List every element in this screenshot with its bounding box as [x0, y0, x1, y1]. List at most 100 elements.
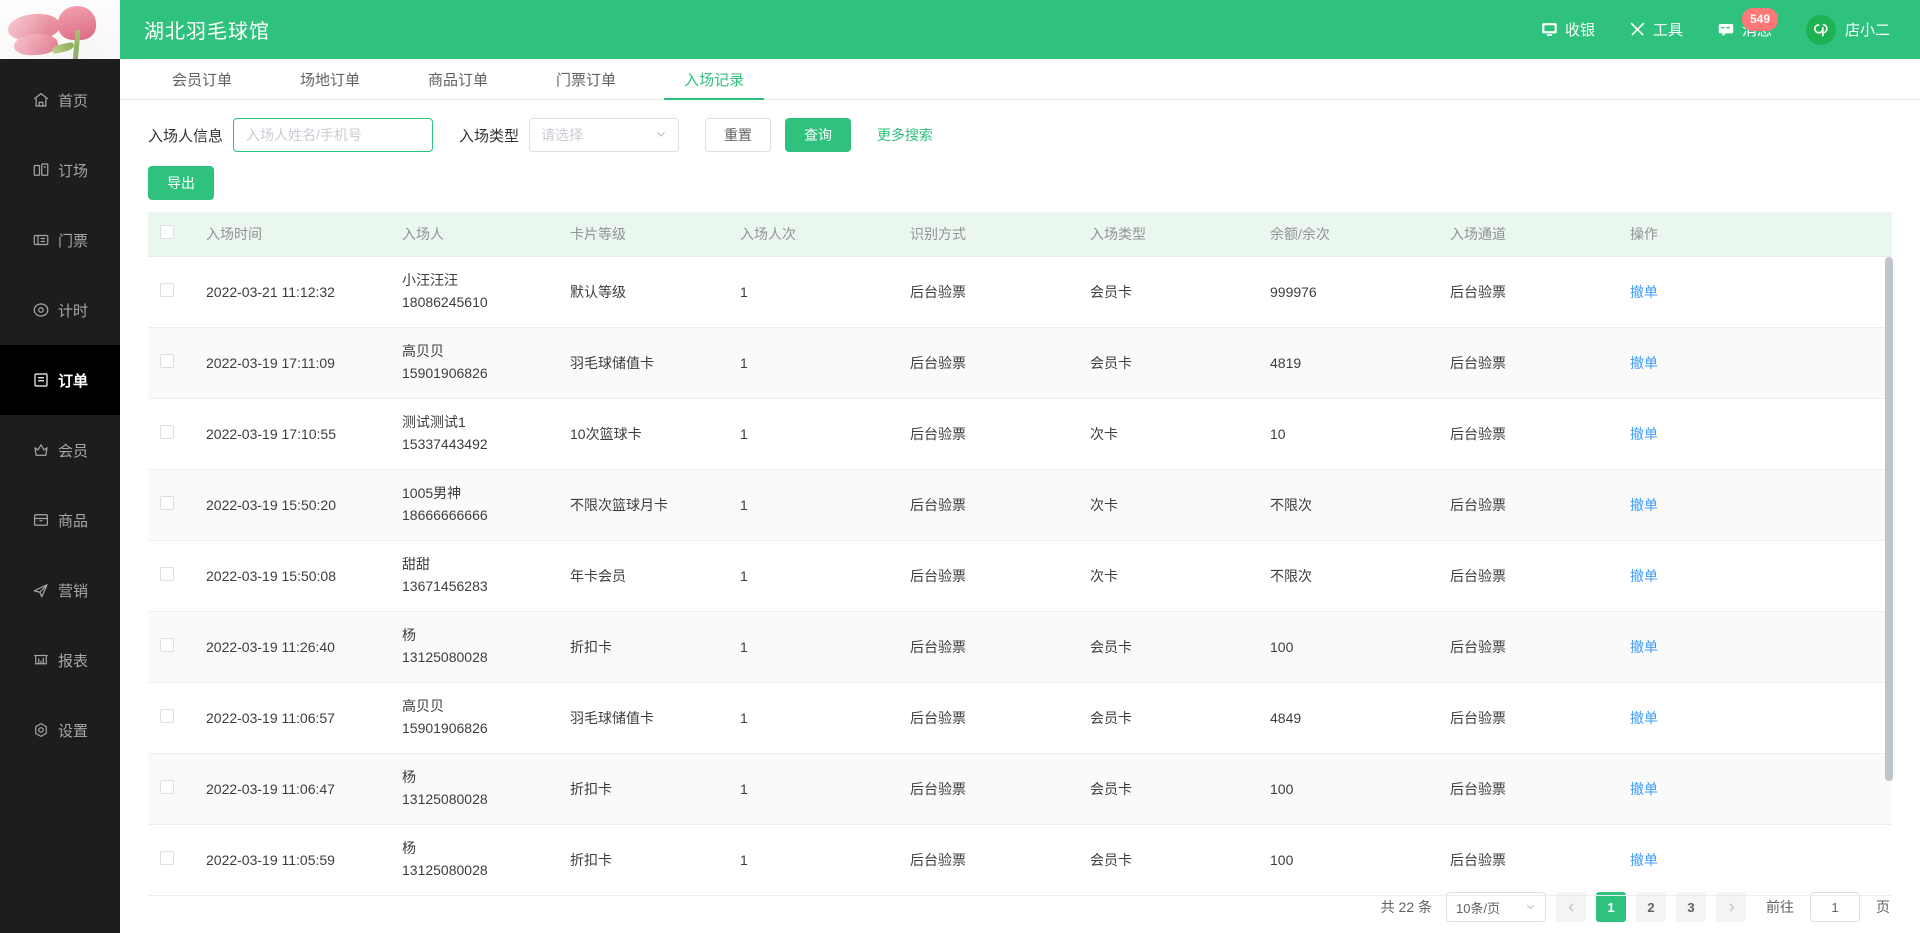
marketing-icon [32, 581, 50, 599]
page-size-select[interactable]: 10条/页 [1446, 892, 1546, 922]
cancel-order-link[interactable]: 撤单 [1630, 710, 1658, 726]
message-action[interactable]: 消息 549 [1717, 19, 1772, 40]
row-checkbox-cell [148, 682, 194, 753]
page-button-1[interactable]: 1 [1596, 892, 1626, 922]
entry-type-select[interactable]: 请选择 [529, 118, 679, 152]
user-menu[interactable]: 店小二 [1806, 15, 1890, 45]
sidebar-item-booking[interactable]: 订场 [0, 135, 120, 205]
cancel-order-link[interactable]: 撤单 [1630, 781, 1658, 797]
row-checkbox[interactable] [160, 567, 174, 581]
cell-card-level: 折扣卡 [558, 753, 728, 824]
row-checkbox[interactable] [160, 780, 174, 794]
row-checkbox[interactable] [160, 851, 174, 865]
tab-bar: 会员订单 场地订单 商品订单 门票订单 入场记录 [120, 59, 1920, 100]
sidebar-item-order[interactable]: 订单 [0, 345, 120, 415]
prev-page-button[interactable] [1556, 892, 1586, 922]
tools-action-label: 工具 [1653, 19, 1683, 40]
cell-card-level: 默认等级 [558, 256, 728, 327]
sidebar-item-timer[interactable]: 计时 [0, 275, 120, 345]
tools-action[interactable]: 工具 [1629, 19, 1683, 40]
booking-icon [32, 161, 50, 179]
cell-entry-count: 1 [728, 256, 898, 327]
cell-entry-type: 会员卡 [1078, 682, 1258, 753]
row-checkbox[interactable] [160, 354, 174, 368]
cancel-order-link[interactable]: 撤单 [1630, 568, 1658, 584]
message-badge: 549 [1742, 8, 1778, 31]
cell-entry-time: 2022-03-19 15:50:08 [194, 540, 390, 611]
cell-action: 撤单 [1618, 611, 1892, 682]
cell-entry-count: 1 [728, 327, 898, 398]
reset-button[interactable]: 重置 [705, 118, 771, 152]
cell-entry-count: 1 [728, 398, 898, 469]
sidebar-item-marketing[interactable]: 营销 [0, 555, 120, 625]
row-checkbox[interactable] [160, 425, 174, 439]
cell-entry-type: 次卡 [1078, 398, 1258, 469]
tab-goods-orders[interactable]: 商品订单 [408, 73, 508, 99]
row-checkbox[interactable] [160, 283, 174, 297]
th-action: 操作 [1618, 212, 1892, 256]
cell-entry-time: 2022-03-19 17:11:09 [194, 327, 390, 398]
table-scrollbar[interactable] [1885, 257, 1893, 873]
tab-ticket-orders[interactable]: 门票订单 [536, 73, 636, 99]
logo-area[interactable] [0, 0, 120, 59]
cancel-order-link[interactable]: 撤单 [1630, 426, 1658, 442]
order-icon [32, 371, 50, 389]
cashier-action[interactable]: 收银 [1541, 19, 1595, 40]
cell-balance: 不限次 [1258, 469, 1438, 540]
sidebar-label: 会员 [58, 440, 88, 461]
cancel-order-link[interactable]: 撤单 [1630, 639, 1658, 655]
cell-action: 撤单 [1618, 824, 1892, 895]
sidebar-item-home[interactable]: 首页 [0, 65, 120, 135]
table-row: 2022-03-21 11:12:32小汪汪汪18086245610默认等级1后… [148, 256, 1892, 327]
table-body: 2022-03-21 11:12:32小汪汪汪18086245610默认等级1后… [148, 256, 1892, 895]
sidebar-item-member[interactable]: 会员 [0, 415, 120, 485]
row-checkbox[interactable] [160, 638, 174, 652]
cell-entry-time: 2022-03-19 17:10:55 [194, 398, 390, 469]
tab-entry-records[interactable]: 入场记录 [664, 73, 764, 99]
table-row: 2022-03-19 17:11:09高贝贝15901906826羽毛球储值卡1… [148, 327, 1892, 398]
export-row: 导出 [120, 152, 1920, 212]
cashier-action-label: 收银 [1565, 19, 1595, 40]
cell-identify-method: 后台验票 [898, 611, 1078, 682]
cancel-order-link[interactable]: 撤单 [1630, 355, 1658, 371]
person-info-input[interactable] [233, 118, 433, 152]
sidebar-item-settings[interactable]: 设置 [0, 695, 120, 765]
tulip-logo-icon [0, 0, 120, 59]
next-page-button[interactable] [1716, 892, 1746, 922]
more-search-link[interactable]: 更多搜索 [877, 125, 933, 145]
th-entry-type: 入场类型 [1078, 212, 1258, 256]
cancel-order-link[interactable]: 撤单 [1630, 497, 1658, 513]
jump-page-input[interactable] [1810, 892, 1860, 922]
cell-entry-time: 2022-03-21 11:12:32 [194, 256, 390, 327]
export-button[interactable]: 导出 [148, 166, 214, 200]
cell-entry-time: 2022-03-19 11:06:57 [194, 682, 390, 753]
cancel-order-link[interactable]: 撤单 [1630, 284, 1658, 300]
cell-balance: 100 [1258, 824, 1438, 895]
tab-member-orders[interactable]: 会员订单 [152, 73, 252, 99]
cell-entry-channel: 后台验票 [1438, 682, 1618, 753]
row-checkbox-cell [148, 327, 194, 398]
query-button[interactable]: 查询 [785, 118, 851, 152]
page-button-2[interactable]: 2 [1636, 892, 1666, 922]
cell-entry-channel: 后台验票 [1438, 256, 1618, 327]
cashier-monitor-icon [1541, 21, 1558, 38]
cell-action: 撤单 [1618, 398, 1892, 469]
cell-entry-type: 会员卡 [1078, 824, 1258, 895]
cell-card-level: 不限次篮球月卡 [558, 469, 728, 540]
row-checkbox[interactable] [160, 496, 174, 510]
cell-entry-channel: 后台验票 [1438, 469, 1618, 540]
row-checkbox-cell [148, 753, 194, 824]
tab-venue-orders[interactable]: 场地订单 [280, 73, 380, 99]
cancel-order-link[interactable]: 撤单 [1630, 852, 1658, 868]
select-all-checkbox[interactable] [160, 225, 174, 239]
sidebar-item-ticket[interactable]: 门票 [0, 205, 120, 275]
row-checkbox[interactable] [160, 709, 174, 723]
sidebar-item-report[interactable]: 报表 [0, 625, 120, 695]
entry-type-label: 入场类型 [459, 125, 519, 146]
table-header-row: 入场时间 入场人 卡片等级 入场人次 识别方式 入场类型 余额/余次 入场通道 … [148, 212, 1892, 256]
page-button-3[interactable]: 3 [1676, 892, 1706, 922]
sidebar-item-goods[interactable]: 商品 [0, 485, 120, 555]
th-entry-time: 入场时间 [194, 212, 390, 256]
table-scrollbar-thumb[interactable] [1885, 257, 1893, 781]
cell-balance: 100 [1258, 753, 1438, 824]
